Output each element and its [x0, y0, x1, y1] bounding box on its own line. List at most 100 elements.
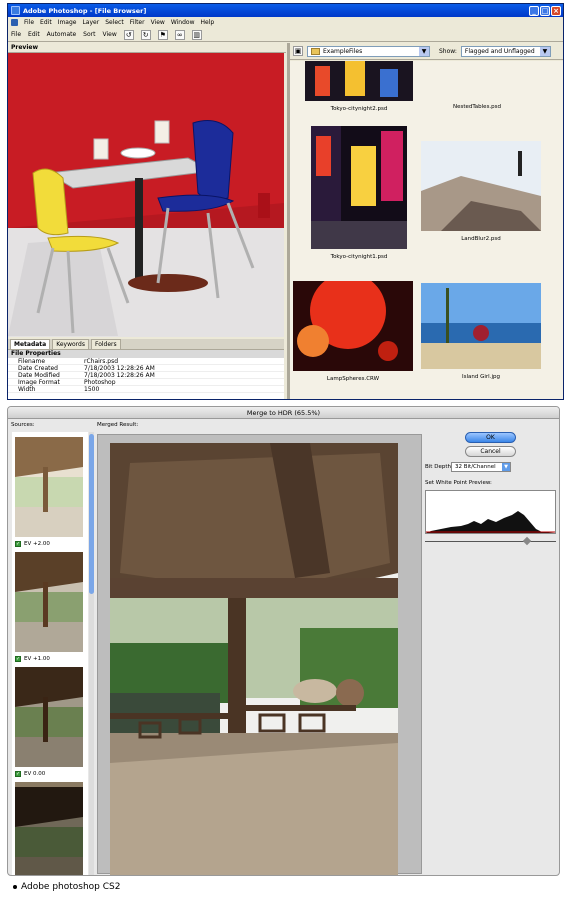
gazebo-photo [110, 443, 398, 875]
source-caption: EV +2.00 [24, 541, 50, 547]
preview-image [8, 53, 284, 337]
merged-result-label: Merged Result: [97, 422, 139, 428]
folder-bar: ▣ ExampleFiles ▼ Show: Flagged and Unfla… [290, 43, 563, 60]
source-item[interactable]: ✓ EV +2.00 [15, 437, 83, 547]
menu-edit[interactable]: Edit [40, 19, 52, 26]
source-image [15, 437, 83, 537]
histogram [425, 490, 556, 534]
thumbnail-pane: ▣ ExampleFiles ▼ Show: Flagged and Unfla… [287, 43, 563, 399]
left-pane: Preview Metadata Keywords Folders File P… [8, 43, 286, 399]
folder-icon [311, 47, 320, 55]
fb-menu-automate[interactable]: Automate [47, 31, 77, 38]
bit-depth-value: 32 Bit/Channel [455, 464, 496, 470]
metadata-row: Filename rChairs.psd [8, 358, 284, 365]
rotate-right-icon[interactable]: ↻ [140, 29, 151, 40]
merged-result-panel [97, 434, 422, 875]
thumbnail-item[interactable]: Island Girl.jpg [421, 283, 541, 380]
meta-key: Width [18, 386, 36, 393]
menu-filter[interactable]: Filter [130, 19, 145, 26]
bit-depth-label: Bit Depth: [425, 464, 453, 470]
sources-list: ✓ EV +2.00 ✓ EV +1.00 ✓ EV 0.00 [12, 432, 88, 875]
source-caption: EV +1.00 [24, 656, 50, 662]
menu-file[interactable]: File [24, 19, 34, 26]
metadata-row: Width 1500 [8, 386, 284, 393]
menu-window[interactable]: Window [171, 19, 195, 26]
trash-icon[interactable]: ▥ [191, 29, 202, 40]
fb-menu-view[interactable]: View [102, 31, 116, 38]
chairs-photo [8, 53, 284, 337]
meta-key: Date Modified [18, 372, 60, 379]
source-item[interactable]: ✓ EV 0.00 [15, 667, 83, 777]
thumbnail-caption: Island Girl.jpg [462, 374, 500, 380]
white-point-slider[interactable] [425, 536, 556, 546]
source-image [15, 782, 83, 875]
checkbox-checked-icon[interactable]: ✓ [15, 541, 21, 547]
slider-knob[interactable] [522, 536, 532, 546]
fb-menu-file[interactable]: File [11, 31, 21, 38]
tab-metadata[interactable]: Metadata [10, 339, 51, 349]
binoculars-icon[interactable]: ∞ [174, 29, 185, 40]
menu-help[interactable]: Help [201, 19, 215, 26]
metadata-row: Date Created 7/18/2003 12:28:26 AM [8, 365, 284, 372]
fb-menu-edit[interactable]: Edit [28, 31, 40, 38]
thumbnail-caption: LampSpheres.CRW [326, 376, 380, 382]
ps-logo-icon [11, 19, 18, 26]
menu-select[interactable]: Select [105, 19, 124, 26]
metadata-panel: File Properties Filename rChairs.psd Dat… [8, 349, 284, 399]
thumbnail-item[interactable]: LandBlur2.psd [421, 141, 541, 242]
chevron-down-icon: ▼ [539, 46, 550, 56]
thumbnail-image [305, 61, 413, 101]
tab-keywords[interactable]: Keywords [52, 339, 89, 349]
folder-name: ExampleFiles [323, 47, 363, 55]
folder-select[interactable]: ExampleFiles ▼ [307, 45, 430, 57]
file-browser-toolbar: File Edit Automate Sort View ↺ ↻ ⚑ ∞ ▥ [8, 28, 563, 42]
image-caption: Adobe photoshop CS2 [13, 882, 120, 892]
file-properties-header[interactable]: File Properties [8, 350, 284, 358]
source-item[interactable]: ✓ EV +1.00 [15, 552, 83, 662]
thumbnail-item[interactable]: NestedTables.psd [423, 61, 531, 110]
cancel-button[interactable]: Cancel [465, 446, 516, 457]
maximize-icon[interactable]: □ [540, 5, 550, 16]
show-select[interactable]: Flagged and Unflagged ▼ [460, 45, 551, 57]
metadata-row: Date Modified 7/18/2003 12:28:26 AM [8, 372, 284, 379]
thumbnail-item[interactable]: LampSpheres.CRW [293, 273, 413, 382]
hdr-title: Merge to HDR (65.5%) [8, 407, 559, 419]
sources-label: Sources: [11, 422, 35, 428]
bit-depth-select[interactable]: 32 Bit/Channel ▼ [451, 462, 511, 472]
up-folder-icon[interactable]: ▣ [293, 46, 303, 56]
meta-value: Photoshop [84, 379, 116, 386]
chevron-down-icon: ▼ [419, 46, 429, 56]
file-browser-window: Adobe Photoshop - [File Browser] _ □ × F… [7, 3, 564, 400]
chevron-down-icon: ▼ [502, 463, 510, 471]
meta-key: Image Format [18, 379, 60, 386]
ok-button[interactable]: OK [465, 432, 516, 443]
preview-tab[interactable]: Preview [8, 43, 286, 53]
bullet-icon [13, 885, 17, 889]
thumbnail-item[interactable]: Tokyo-citynight1.psd [311, 126, 407, 260]
menu-bar: File Edit Image Layer Select Filter View… [8, 17, 563, 28]
white-point-label: Set White Point Preview: [425, 480, 492, 486]
minimize-icon[interactable]: _ [529, 5, 539, 16]
sources-scrollbar[interactable] [89, 432, 94, 875]
close-icon[interactable]: × [551, 5, 561, 16]
merged-result-image [110, 443, 398, 875]
thumbnail-image [421, 283, 541, 369]
checkbox-checked-icon[interactable]: ✓ [15, 656, 21, 662]
thumbnail-grid: Tokyo-citynight2.psd NestedTables.psd To… [290, 61, 563, 399]
checkbox-checked-icon[interactable]: ✓ [15, 771, 21, 777]
show-label: Show: [439, 47, 457, 55]
menu-layer[interactable]: Layer [82, 19, 99, 26]
thumbnail-caption: NestedTables.psd [452, 104, 502, 110]
menu-image[interactable]: Image [58, 19, 77, 26]
source-image [15, 552, 83, 652]
fb-menu-sort[interactable]: Sort [83, 31, 95, 38]
menu-view[interactable]: View [151, 19, 165, 26]
meta-value: 7/18/2003 12:28:26 AM [84, 372, 155, 379]
photoshop-icon [11, 6, 20, 15]
source-item[interactable] [15, 782, 83, 875]
histogram-graph [426, 511, 555, 533]
thumbnail-item[interactable]: Tokyo-citynight2.psd [305, 61, 413, 112]
rotate-left-icon[interactable]: ↺ [123, 29, 134, 40]
flag-icon[interactable]: ⚑ [157, 29, 168, 40]
tab-folders[interactable]: Folders [90, 339, 121, 349]
